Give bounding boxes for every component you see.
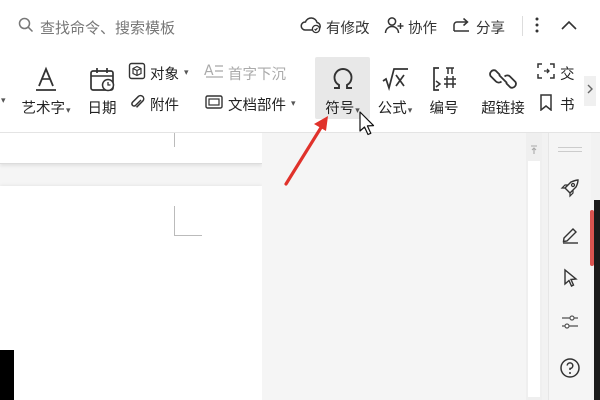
chevron-right-icon (586, 83, 594, 99)
cloud-sync-icon (300, 16, 322, 38)
modified-status-button[interactable]: 有修改 (300, 14, 370, 40)
chevron-up-icon (560, 19, 578, 35)
document-parts-label: 文档部件 (228, 97, 286, 114)
caret-down-icon: ▾ (291, 99, 296, 109)
margin-corner-mark (174, 235, 202, 236)
document-page[interactable] (0, 186, 262, 400)
object-button[interactable]: 对象 ▾ (128, 61, 189, 85)
search-icon (18, 17, 34, 37)
document-page-end[interactable] (0, 133, 262, 164)
share-button[interactable]: 分享 (452, 14, 505, 40)
caret-down-icon: ▾ (184, 68, 189, 78)
hyperlink-button[interactable]: 超链接 (478, 57, 528, 121)
attachment-label: 附件 (150, 97, 179, 114)
search-placeholder: 查找命令、搜索模板 (40, 18, 176, 37)
truncated-dropdown[interactable]: ▾ (0, 89, 6, 113)
add-user-icon (384, 16, 404, 38)
drop-cap-button[interactable]: A 首字下沉 (204, 61, 286, 85)
symbol-label: 符号 (325, 101, 355, 117)
panel-divider (558, 151, 582, 152)
hyperlink-label: 超链接 (481, 101, 525, 117)
formula-label: 公式 (377, 101, 407, 117)
command-search[interactable]: 查找命令、搜索模板 (18, 14, 175, 40)
margin-corner-mark (174, 133, 175, 147)
modified-label: 有修改 (326, 20, 370, 37)
collaborate-button[interactable]: 协作 (384, 14, 437, 40)
date-button[interactable]: 日期 (82, 57, 122, 121)
bookmark-label: 书 (560, 97, 575, 114)
caret-down-icon: ▾ (407, 106, 413, 116)
toolbar-divider (522, 16, 523, 36)
pen-edit-icon[interactable] (559, 223, 581, 245)
window-edge-corner (0, 350, 14, 400)
art-text-label: 艺术字 (21, 101, 65, 117)
art-text-button[interactable]: 艺术字▾ (16, 57, 76, 121)
numbering-label: 编号 (429, 101, 459, 117)
bookmark-icon (536, 93, 556, 115)
cross-reference-label: 交 (560, 66, 575, 83)
numbering-icon (429, 63, 459, 95)
collapse-ribbon-button[interactable] (560, 14, 578, 40)
document-parts-icon (204, 93, 224, 115)
omega-icon (328, 63, 358, 95)
scrollbar-thumb[interactable] (528, 161, 540, 397)
document-gutter (262, 133, 526, 400)
more-vertical-icon (534, 16, 540, 38)
panel-divider (558, 147, 582, 148)
scroll-up-icon[interactable] (529, 141, 539, 154)
paperclip-icon (128, 93, 146, 115)
rocket-icon[interactable] (559, 177, 581, 199)
margin-corner-mark (174, 206, 175, 236)
art-text-icon (31, 63, 61, 95)
adjust-sliders-icon[interactable] (559, 311, 581, 333)
caret-down-icon: ▾ (1, 96, 6, 106)
calendar-icon (87, 63, 117, 95)
link-icon (488, 63, 518, 95)
formula-button[interactable]: 公式▾ (374, 57, 416, 121)
symbol-button[interactable]: 符号▾ (315, 57, 370, 121)
cross-reference-button[interactable]: 交 (536, 61, 575, 85)
caret-down-icon: ▾ (65, 106, 71, 116)
caret-down-icon: ▾ (355, 106, 360, 116)
object-label: 对象 (150, 66, 179, 83)
cursor-select-icon[interactable] (559, 267, 581, 289)
document-scrollbar[interactable] (526, 133, 542, 400)
cross-reference-icon (536, 62, 556, 84)
document-parts-button[interactable]: 文档部件 ▾ (204, 92, 296, 116)
window-edge (594, 200, 600, 400)
bookmark-button[interactable]: 书 (536, 92, 575, 116)
collaborate-label: 协作 (408, 20, 437, 37)
side-tool-panel (548, 133, 591, 400)
top-bar: 查找命令、搜索模板 有修改 协作 分享 (0, 0, 600, 54)
numbering-button[interactable]: 编号 (424, 57, 464, 121)
more-options-button[interactable] (534, 14, 540, 40)
share-icon (452, 16, 472, 38)
date-label: 日期 (87, 101, 117, 117)
ribbon-scroll-right[interactable] (584, 76, 596, 106)
drop-cap-icon: A (204, 62, 224, 84)
help-icon[interactable] (559, 357, 581, 379)
share-label: 分享 (476, 20, 505, 37)
object-cube-icon (128, 62, 146, 84)
attachment-button[interactable]: 附件 (128, 92, 179, 116)
drop-cap-label: 首字下沉 (228, 66, 286, 83)
square-root-icon (380, 63, 410, 95)
